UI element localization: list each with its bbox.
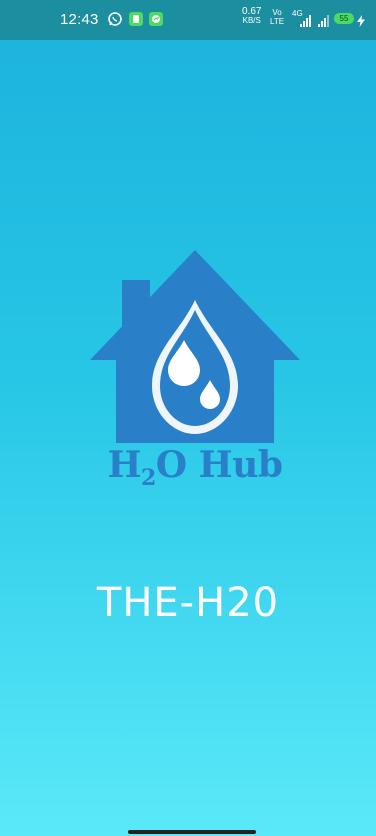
notification-icon xyxy=(128,10,144,28)
house-water-drop-icon xyxy=(90,250,300,443)
signal-icon xyxy=(300,12,314,30)
status-time: 12:43 xyxy=(60,11,99,28)
logo-text-subscript: 2 xyxy=(140,465,156,491)
app-title: THE-H20 xyxy=(96,580,280,626)
gesture-nav-handle[interactable] xyxy=(128,830,256,834)
h2o-hub-logo: H2O Hub xyxy=(88,248,302,508)
net-speed: 0.67 KB/S xyxy=(242,6,262,26)
logo-text-rest: O Hub xyxy=(155,444,283,486)
messenger-icon xyxy=(148,10,164,28)
volte-bottom: LTE xyxy=(270,17,285,26)
net-speed-unit: KB/S xyxy=(242,16,261,25)
battery-icon: 55 xyxy=(334,13,354,24)
whatsapp-icon xyxy=(107,10,123,28)
charging-icon xyxy=(357,12,365,30)
volte-top: Vo xyxy=(272,8,282,17)
splash-screen: 12:43 0.67 KB/S Vo LTE 4G 55 H2O Hub THE… xyxy=(0,0,376,836)
signal-icon xyxy=(318,12,332,30)
net-speed-value: 0.67 xyxy=(242,6,262,17)
status-bar: 12:43 0.67 KB/S Vo LTE 4G 55 xyxy=(0,0,376,40)
logo-text-h: H xyxy=(107,444,141,486)
logo-text: H2O Hub xyxy=(88,444,302,491)
volte-indicator: Vo LTE xyxy=(270,8,284,26)
